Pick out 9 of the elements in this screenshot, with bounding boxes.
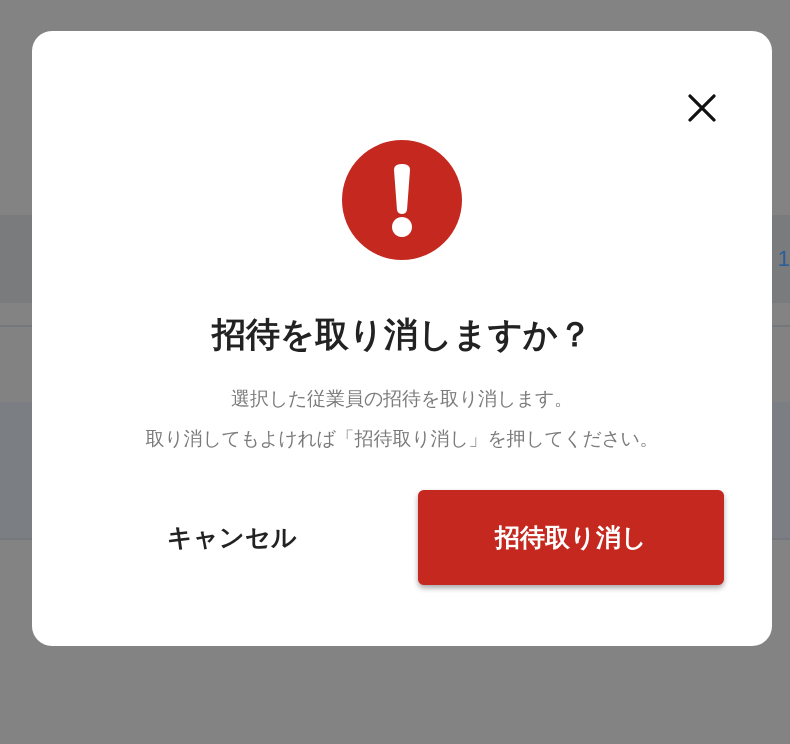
dialog-title: 招待を取り消しますか？	[212, 314, 592, 357]
confirm-button[interactable]: 招待取り消し	[418, 490, 724, 585]
dialog-message: 取り消してもよければ「招待取り消し」を押してください。	[146, 427, 658, 452]
close-button[interactable]	[687, 93, 717, 123]
close-icon	[687, 93, 717, 123]
dialog-message: 選択した従業員の招待を取り消します。	[231, 387, 573, 412]
exclamation-icon	[342, 140, 462, 260]
table-cell-text: 1	[778, 246, 790, 272]
cancel-button[interactable]: キャンセル	[112, 490, 352, 585]
